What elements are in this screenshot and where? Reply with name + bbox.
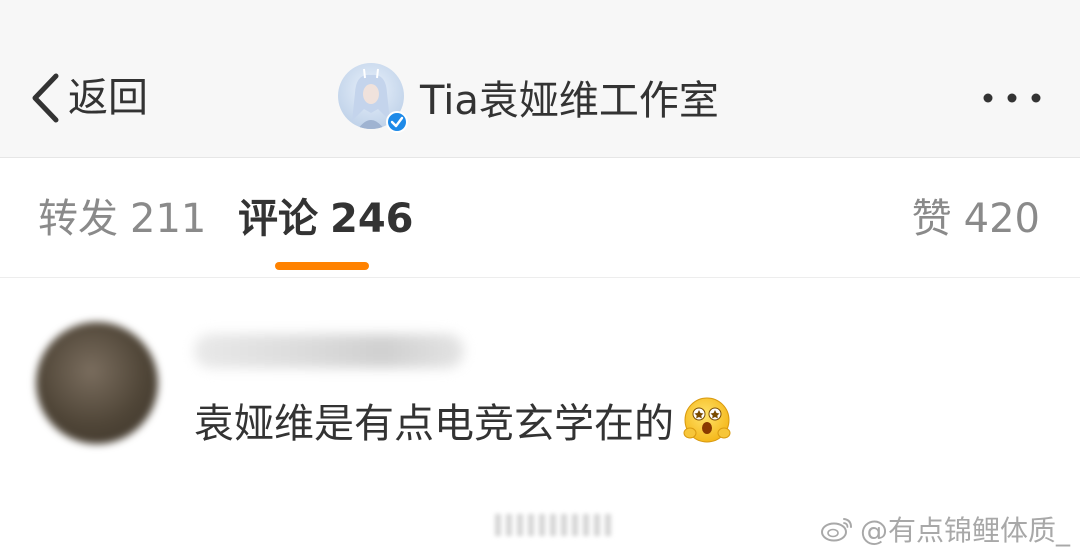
back-button[interactable]: 返回 (30, 68, 148, 128)
weibo-logo-icon (820, 518, 852, 542)
surprised-face-emoji-icon (683, 397, 731, 443)
interaction-tabs: 转发 211 评论 246 赞 420 (0, 158, 1080, 278)
tab-comments-count: 246 (330, 196, 414, 242)
verified-badge-icon (386, 111, 408, 133)
tab-repost-count: 211 (130, 196, 207, 242)
top-nav-bar: 返回 Tia袁娅维工作室 (0, 0, 1080, 158)
weibo-detail-page: 返回 Tia袁娅维工作室 转发 211 评论 246 赞 420 袁娅维是有点电… (0, 0, 1080, 556)
tab-likes[interactable]: 赞 420 (912, 158, 1040, 278)
commenter-avatar-blurred[interactable] (36, 322, 158, 444)
active-tab-indicator (275, 262, 369, 270)
more-dots-icon (983, 93, 1041, 103)
commenter-name-blurred[interactable] (194, 334, 464, 368)
tab-comments-label: 评论 (238, 196, 318, 242)
tab-comments[interactable]: 评论 246 (238, 158, 414, 278)
chevron-left-icon (32, 73, 59, 123)
tab-likes-label: 赞 (911, 196, 952, 242)
tab-likes-count: 420 (963, 196, 1040, 242)
comment-body: 袁娅维是有点电竞玄学在的 (194, 388, 732, 452)
blurred-bottom-text (495, 514, 615, 540)
weibo-watermark: @有点锦鲤体质_ (820, 512, 1070, 547)
tab-repost[interactable]: 转发 211 (38, 158, 206, 278)
account-name[interactable]: Tia袁娅维工作室 (420, 68, 719, 126)
more-options-button[interactable] (980, 80, 1044, 116)
watermark-text: @有点锦鲤体质_ (859, 514, 1070, 547)
comment-text: 袁娅维是有点电竞玄学在的 (194, 401, 674, 447)
back-label: 返回 (68, 75, 148, 121)
tab-repost-label: 转发 (38, 196, 118, 242)
account-header[interactable]: Tia袁娅维工作室 (338, 62, 719, 133)
account-avatar[interactable] (338, 63, 408, 133)
